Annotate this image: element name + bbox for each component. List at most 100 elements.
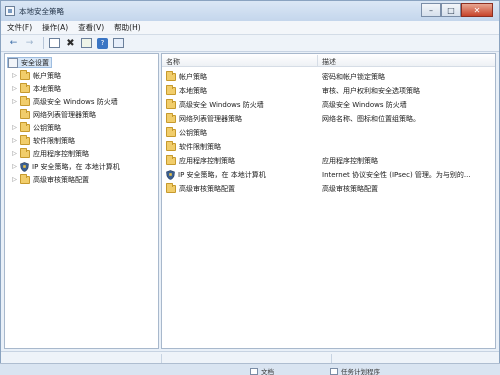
folder-icon [20, 95, 30, 106]
tree-item-software-restriction[interactable]: ▷ 软件限制策略 [11, 134, 75, 146]
menu-file[interactable]: 文件(F) [7, 22, 32, 33]
row-name: IP 安全策略，在 本地计算机 [166, 170, 266, 180]
list-row[interactable]: IP 安全策略，在 本地计算机 Internet 协议安全性 (IPsec) 管… [162, 167, 495, 181]
forward-arrow-icon[interactable]: → [23, 37, 36, 50]
list-row[interactable]: 网络列表管理器策略 网络名称、图标和位置组策略。 [162, 111, 495, 125]
folder-icon [20, 82, 30, 93]
row-name: 应用程序控制策略 [166, 155, 235, 166]
tree-item-local-policies[interactable]: ▷ 本地策略 [11, 82, 61, 94]
tree-item-label: 高级审核策略配置 [33, 175, 89, 184]
list-row[interactable]: 软件限制策略 [162, 139, 495, 153]
taskbar-item-label: 文档 [261, 368, 274, 375]
row-description: 应用程序控制策略 [322, 157, 378, 165]
folder-icon [166, 71, 176, 81]
list-row[interactable]: 高级安全 Windows 防火墙 高级安全 Windows 防火墙 [162, 97, 495, 111]
title-bar: 本地安全策略 – □ ✕ [1, 1, 499, 21]
row-description: 审核、用户权利和安全选项策略 [322, 87, 420, 95]
folder-icon [20, 121, 30, 132]
taskbar-item-task-scheduler[interactable]: 任务计划程序 [330, 366, 380, 375]
properties-icon[interactable] [112, 37, 125, 50]
tree-item-label: 高级安全 Windows 防火墙 [33, 97, 118, 106]
folder-icon [20, 108, 30, 119]
delete-icon[interactable]: ✖ [64, 37, 77, 50]
menu-bar: 文件(F) 操作(A) 查看(V) 帮助(H) [1, 21, 499, 35]
list-row[interactable]: 高级审核策略配置 高级审核策略配置 [162, 181, 495, 195]
taskbar: 文档 任务计划程序 [0, 363, 500, 375]
menu-view[interactable]: 查看(V) [78, 22, 104, 33]
tree-root-security-settings[interactable]: 安全设置 [7, 57, 52, 68]
tree-item-ip-security[interactable]: ▷ IP 安全策略，在 本地计算机 [11, 161, 120, 172]
expand-icon[interactable]: ▷ [11, 137, 18, 144]
expand-icon[interactable]: ▷ [11, 72, 18, 79]
tree-item-windows-firewall[interactable]: ▷ 高级安全 Windows 防火墙 [11, 95, 118, 107]
row-description: Internet 协议安全性 (IPsec) 管理。为与别的... [322, 171, 471, 179]
toolbar-separator [43, 37, 44, 49]
export-list-icon[interactable] [80, 37, 93, 50]
tree-item-label: 软件限制策略 [33, 136, 75, 145]
list-row[interactable]: 本地策略 审核、用户权利和安全选项策略 [162, 83, 495, 97]
tree-item-advanced-audit[interactable]: ▷ 高级审核策略配置 [11, 173, 89, 185]
toolbar: ← → ✖ ? [1, 35, 499, 52]
status-segment [161, 354, 162, 363]
taskbar-item-documents[interactable]: 文档 [250, 366, 274, 375]
tree-item-label: 本地策略 [33, 84, 61, 93]
app-icon [5, 6, 15, 16]
column-header-description[interactable]: 描述 [322, 57, 336, 67]
row-name-text: 公钥策略 [179, 129, 207, 137]
tree-item-label: 网络列表管理器策略 [33, 110, 96, 119]
expand-icon[interactable]: ▷ [11, 124, 18, 131]
security-settings-icon [8, 57, 18, 68]
document-icon [250, 367, 258, 375]
folder-icon [166, 99, 176, 109]
expand-icon[interactable]: ▷ [11, 85, 18, 92]
row-name: 软件限制策略 [166, 141, 221, 152]
tree-item-label: 公钥策略 [33, 123, 61, 132]
list-row[interactable]: 应用程序控制策略 应用程序控制策略 [162, 153, 495, 167]
folder-icon [166, 141, 176, 151]
column-header-name[interactable]: 名称 [166, 57, 180, 67]
list-row[interactable]: 帐户策略 密码和帐户锁定策略 [162, 69, 495, 83]
close-button[interactable]: ✕ [461, 3, 493, 17]
row-name-text: 高级审核策略配置 [179, 185, 235, 193]
show-hide-tree-icon[interactable] [48, 37, 61, 50]
taskbar-item-label: 任务计划程序 [341, 368, 380, 375]
menu-help[interactable]: 帮助(H) [114, 22, 141, 33]
tree-item-label: 应用程序控制策略 [33, 149, 89, 158]
shield-icon [20, 161, 29, 172]
row-description: 高级安全 Windows 防火墙 [322, 101, 407, 109]
folder-icon [166, 85, 176, 95]
expand-icon[interactable]: ▷ [11, 163, 18, 170]
row-name-text: 本地策略 [179, 87, 207, 95]
row-name: 公钥策略 [166, 127, 207, 138]
row-name: 高级审核策略配置 [166, 183, 235, 194]
menu-action[interactable]: 操作(A) [42, 22, 68, 33]
expand-icon[interactable]: ▷ [11, 150, 18, 157]
shield-icon [166, 170, 175, 180]
status-segment [331, 354, 332, 363]
tree-item-public-key-policies[interactable]: ▷ 公钥策略 [11, 121, 61, 133]
maximize-button[interactable]: □ [441, 3, 461, 17]
folder-icon [20, 134, 30, 145]
list-row[interactable]: 公钥策略 [162, 125, 495, 139]
details-pane: 名称 描述 帐户策略 密码和帐户锁定策略 本地策略 审核、用户权利和安全选项策略… [161, 53, 496, 349]
expand-icon[interactable]: ▷ [11, 176, 18, 183]
tree-item-account-policies[interactable]: ▷ 帐户策略 [11, 69, 61, 81]
folder-icon [20, 173, 30, 184]
list-header: 名称 描述 [162, 54, 495, 67]
row-name-text: 网络列表管理器策略 [179, 115, 242, 123]
back-arrow-icon[interactable]: ← [7, 37, 20, 50]
task-scheduler-icon [330, 367, 338, 375]
tree-root-label: 安全设置 [21, 58, 49, 67]
help-icon[interactable]: ? [96, 37, 109, 50]
row-description: 高级审核策略配置 [322, 185, 378, 193]
folder-icon [166, 155, 176, 165]
folder-icon [20, 69, 30, 80]
expand-icon[interactable]: ▷ [11, 98, 18, 105]
tree-item-application-control[interactable]: ▷ 应用程序控制策略 [11, 147, 89, 159]
tree-item-network-list-manager[interactable]: 网络列表管理器策略 [11, 108, 96, 120]
row-name: 高级安全 Windows 防火墙 [166, 99, 264, 110]
minimize-button[interactable]: – [421, 3, 441, 17]
tree-item-label: IP 安全策略，在 本地计算机 [32, 162, 120, 171]
column-divider[interactable] [317, 55, 318, 66]
tree-item-label: 帐户策略 [33, 71, 61, 80]
